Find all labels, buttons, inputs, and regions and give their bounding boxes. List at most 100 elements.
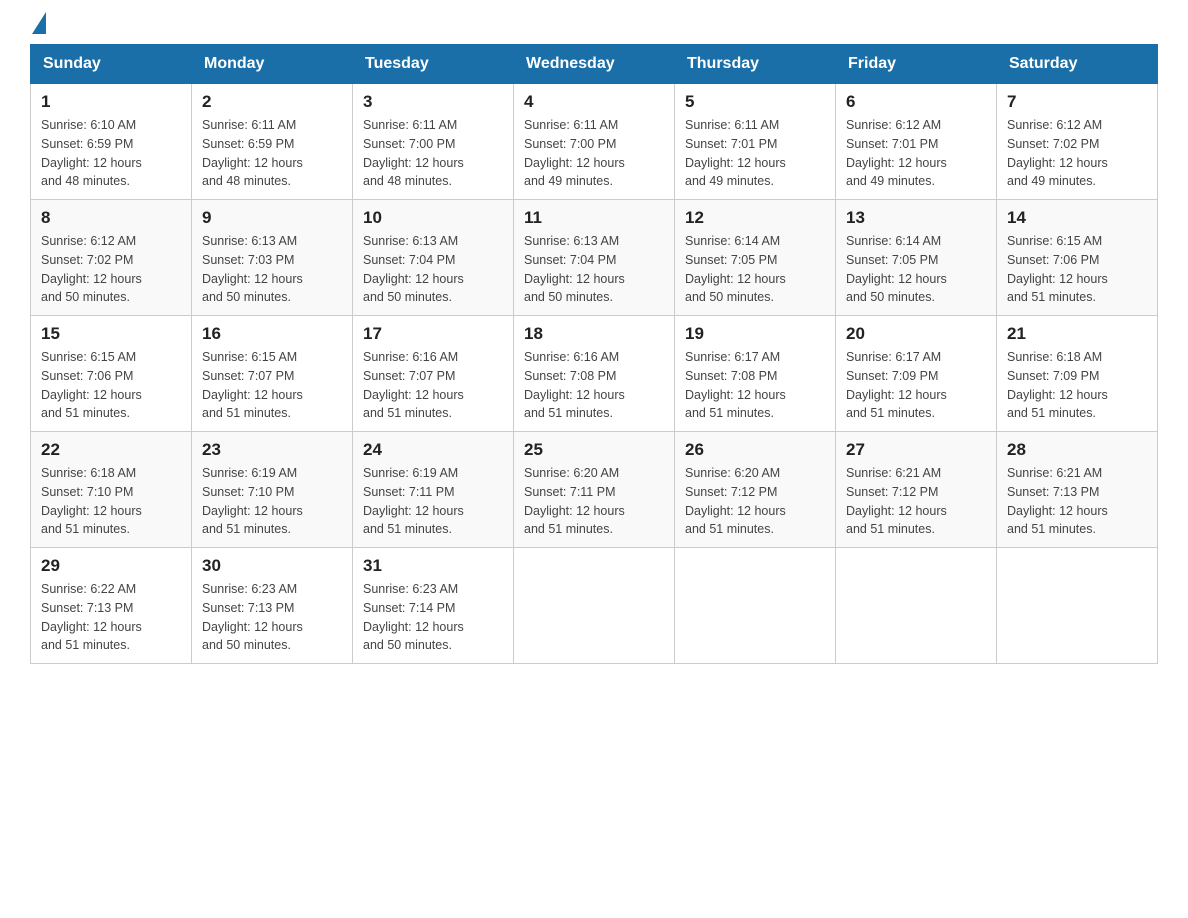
day-number: 25 [524, 440, 664, 460]
calendar-day-cell: 19 Sunrise: 6:17 AMSunset: 7:08 PMDayligh… [675, 316, 836, 432]
day-of-week-header: Friday [836, 45, 997, 84]
day-of-week-header: Thursday [675, 45, 836, 84]
calendar-day-cell [675, 548, 836, 664]
day-info: Sunrise: 6:17 AMSunset: 7:09 PMDaylight:… [846, 348, 986, 423]
day-number: 5 [685, 92, 825, 112]
calendar-day-cell: 4 Sunrise: 6:11 AMSunset: 7:00 PMDaylight… [514, 84, 675, 200]
day-number: 22 [41, 440, 181, 460]
day-number: 23 [202, 440, 342, 460]
calendar-week-row: 29 Sunrise: 6:22 AMSunset: 7:13 PMDayligh… [31, 548, 1158, 664]
day-info: Sunrise: 6:21 AMSunset: 7:13 PMDaylight:… [1007, 464, 1147, 539]
day-info: Sunrise: 6:11 AMSunset: 6:59 PMDaylight:… [202, 116, 342, 191]
calendar-day-cell: 10 Sunrise: 6:13 AMSunset: 7:04 PMDayligh… [353, 200, 514, 316]
day-info: Sunrise: 6:15 AMSunset: 7:06 PMDaylight:… [1007, 232, 1147, 307]
day-info: Sunrise: 6:19 AMSunset: 7:10 PMDaylight:… [202, 464, 342, 539]
calendar-day-cell: 6 Sunrise: 6:12 AMSunset: 7:01 PMDaylight… [836, 84, 997, 200]
calendar-week-row: 15 Sunrise: 6:15 AMSunset: 7:06 PMDayligh… [31, 316, 1158, 432]
calendar-day-cell: 16Sunrise: 6:15 AMSunset: 7:07 PMDayligh… [192, 316, 353, 432]
day-info: Sunrise: 6:19 AMSunset: 7:11 PMDaylight:… [363, 464, 503, 539]
calendar-day-cell: 31 Sunrise: 6:23 AMSunset: 7:14 PMDayligh… [353, 548, 514, 664]
day-number: 31 [363, 556, 503, 576]
calendar-day-cell: 13 Sunrise: 6:14 AMSunset: 7:05 PMDayligh… [836, 200, 997, 316]
day-number: 4 [524, 92, 664, 112]
day-info: Sunrise: 6:13 AMSunset: 7:04 PMDaylight:… [363, 232, 503, 307]
day-number: 10 [363, 208, 503, 228]
day-of-week-header: Saturday [997, 45, 1158, 84]
calendar-day-cell: 23 Sunrise: 6:19 AMSunset: 7:10 PMDayligh… [192, 432, 353, 548]
day-info: Sunrise: 6:12 AMSunset: 7:01 PMDaylight:… [846, 116, 986, 191]
calendar-day-cell: 3 Sunrise: 6:11 AMSunset: 7:00 PMDaylight… [353, 84, 514, 200]
calendar-day-cell: 30Sunrise: 6:23 AMSunset: 7:13 PMDayligh… [192, 548, 353, 664]
day-info: Sunrise: 6:17 AMSunset: 7:08 PMDaylight:… [685, 348, 825, 423]
day-number: 17 [363, 324, 503, 344]
day-info: Sunrise: 6:18 AMSunset: 7:10 PMDaylight:… [41, 464, 181, 539]
day-info: Sunrise: 6:12 AMSunset: 7:02 PMDaylight:… [41, 232, 181, 307]
calendar-day-cell: 26 Sunrise: 6:20 AMSunset: 7:12 PMDayligh… [675, 432, 836, 548]
calendar-day-cell: 11 Sunrise: 6:13 AMSunset: 7:04 PMDayligh… [514, 200, 675, 316]
day-number: 19 [685, 324, 825, 344]
day-info: Sunrise: 6:16 AMSunset: 7:07 PMDaylight:… [363, 348, 503, 423]
day-number: 11 [524, 208, 664, 228]
calendar-day-cell: 22 Sunrise: 6:18 AMSunset: 7:10 PMDayligh… [31, 432, 192, 548]
day-info: Sunrise: 6:20 AMSunset: 7:11 PMDaylight:… [524, 464, 664, 539]
logo [30, 20, 46, 34]
day-info: Sunrise: 6:21 AMSunset: 7:12 PMDaylight:… [846, 464, 986, 539]
calendar-day-cell: 9 Sunrise: 6:13 AMSunset: 7:03 PMDaylight… [192, 200, 353, 316]
calendar-day-cell: 2 Sunrise: 6:11 AMSunset: 6:59 PMDaylight… [192, 84, 353, 200]
day-info: Sunrise: 6:12 AMSunset: 7:02 PMDaylight:… [1007, 116, 1147, 191]
logo-group [30, 20, 46, 34]
day-number: 9 [202, 208, 342, 228]
day-number: 12 [685, 208, 825, 228]
day-info: Sunrise: 6:15 AMSunset: 7:06 PMDaylight:… [41, 348, 181, 423]
calendar-day-cell [514, 548, 675, 664]
day-number: 7 [1007, 92, 1147, 112]
calendar-week-row: 8Sunrise: 6:12 AMSunset: 7:02 PMDaylight… [31, 200, 1158, 316]
calendar-day-cell: 20Sunrise: 6:17 AMSunset: 7:09 PMDayligh… [836, 316, 997, 432]
day-info: Sunrise: 6:20 AMSunset: 7:12 PMDaylight:… [685, 464, 825, 539]
day-number: 30 [202, 556, 342, 576]
day-number: 1 [41, 92, 181, 112]
logo-top-row [30, 20, 46, 34]
day-number: 27 [846, 440, 986, 460]
day-info: Sunrise: 6:11 AMSunset: 7:00 PMDaylight:… [524, 116, 664, 191]
calendar-week-row: 22 Sunrise: 6:18 AMSunset: 7:10 PMDayligh… [31, 432, 1158, 548]
day-info: Sunrise: 6:11 AMSunset: 7:00 PMDaylight:… [363, 116, 503, 191]
day-number: 21 [1007, 324, 1147, 344]
day-number: 16 [202, 324, 342, 344]
day-info: Sunrise: 6:22 AMSunset: 7:13 PMDaylight:… [41, 580, 181, 655]
calendar-day-cell [836, 548, 997, 664]
day-number: 28 [1007, 440, 1147, 460]
day-info: Sunrise: 6:23 AMSunset: 7:14 PMDaylight:… [363, 580, 503, 655]
day-of-week-header: Wednesday [514, 45, 675, 84]
calendar-day-cell: 5 Sunrise: 6:11 AMSunset: 7:01 PMDaylight… [675, 84, 836, 200]
day-number: 2 [202, 92, 342, 112]
calendar-table: SundayMondayTuesdayWednesdayThursdayFrid… [30, 44, 1158, 664]
day-number: 18 [524, 324, 664, 344]
day-info: Sunrise: 6:13 AMSunset: 7:04 PMDaylight:… [524, 232, 664, 307]
calendar-day-cell: 8Sunrise: 6:12 AMSunset: 7:02 PMDaylight… [31, 200, 192, 316]
day-of-week-header: Monday [192, 45, 353, 84]
calendar-day-cell: 29 Sunrise: 6:22 AMSunset: 7:13 PMDayligh… [31, 548, 192, 664]
day-info: Sunrise: 6:18 AMSunset: 7:09 PMDaylight:… [1007, 348, 1147, 423]
logo-triangle-icon [32, 12, 46, 34]
day-info: Sunrise: 6:13 AMSunset: 7:03 PMDaylight:… [202, 232, 342, 307]
calendar-header-row: SundayMondayTuesdayWednesdayThursdayFrid… [31, 45, 1158, 84]
day-number: 29 [41, 556, 181, 576]
day-info: Sunrise: 6:14 AMSunset: 7:05 PMDaylight:… [846, 232, 986, 307]
calendar-day-cell: 15 Sunrise: 6:15 AMSunset: 7:06 PMDayligh… [31, 316, 192, 432]
day-number: 26 [685, 440, 825, 460]
calendar-day-cell: 7 Sunrise: 6:12 AMSunset: 7:02 PMDaylight… [997, 84, 1158, 200]
day-info: Sunrise: 6:16 AMSunset: 7:08 PMDaylight:… [524, 348, 664, 423]
day-number: 24 [363, 440, 503, 460]
calendar-week-row: 1Sunrise: 6:10 AMSunset: 6:59 PMDaylight… [31, 84, 1158, 200]
day-number: 14 [1007, 208, 1147, 228]
calendar-day-cell: 1Sunrise: 6:10 AMSunset: 6:59 PMDaylight… [31, 84, 192, 200]
day-number: 3 [363, 92, 503, 112]
day-number: 6 [846, 92, 986, 112]
page-header [30, 20, 1158, 34]
day-number: 13 [846, 208, 986, 228]
day-info: Sunrise: 6:14 AMSunset: 7:05 PMDaylight:… [685, 232, 825, 307]
day-number: 15 [41, 324, 181, 344]
calendar-day-cell: 14 Sunrise: 6:15 AMSunset: 7:06 PMDayligh… [997, 200, 1158, 316]
day-info: Sunrise: 6:11 AMSunset: 7:01 PMDaylight:… [685, 116, 825, 191]
